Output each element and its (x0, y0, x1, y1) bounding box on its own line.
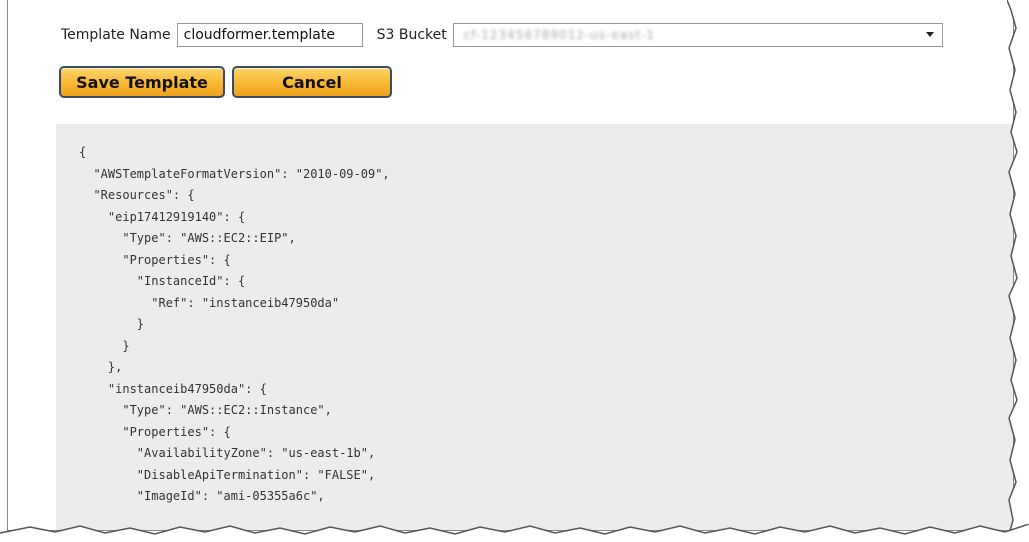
torn-edge-bottom (0, 524, 1029, 542)
code-line: "instanceib47950da": { (79, 381, 267, 396)
template-name-label: Template Name (61, 27, 171, 43)
button-row: Save Template Cancel (59, 66, 392, 98)
code-line: "ImageId": "ami-05355a6c", (79, 489, 325, 503)
code-line: { (79, 145, 87, 159)
code-line: "AWSTemplateFormatVersion": "2010-09-09"… (79, 166, 390, 181)
code-line: "Type": "AWS::EC2::Instance", (79, 403, 332, 417)
chevron-down-icon (925, 32, 934, 37)
template-code-view: { "AWSTemplateFormatVersion": "2010-09-0… (56, 124, 1013, 530)
save-template-button[interactable]: Save Template (59, 66, 225, 98)
code-line: "Ref": "instanceib47950da" (79, 295, 340, 310)
template-name-input[interactable] (176, 23, 363, 47)
code-line: }, (79, 360, 123, 374)
s3-bucket-value: cf-123456789012-us-east-1 (463, 28, 656, 42)
code-line: "AvailabilityZone": "us-east-1b", (79, 446, 376, 460)
code-content: { "AWSTemplateFormatVersion": "2010-09-0… (56, 124, 1013, 508)
code-line: "Type": "AWS::EC2::EIP", (79, 231, 296, 245)
code-line: "eip17412919140": { (79, 209, 246, 224)
code-line: "InstanceId": { (79, 274, 246, 288)
template-toolbar: Template Name S3 Bucket cf-123456789012-… (61, 20, 943, 50)
s3-bucket-label: S3 Bucket (376, 27, 447, 43)
s3-bucket-select[interactable]: cf-123456789012-us-east-1 (452, 23, 943, 47)
torn-edge-right (1007, 0, 1029, 542)
code-line: "Properties": { (79, 252, 231, 267)
screenshot-frame: Template Name S3 Bucket cf-123456789012-… (8, 0, 1013, 530)
code-line: "DisableApiTermination": "FALSE", (79, 467, 376, 482)
cancel-button[interactable]: Cancel (232, 66, 392, 98)
code-line: "Resources": { (79, 188, 195, 202)
code-line: } (79, 338, 130, 353)
code-line: "Properties": { (79, 424, 231, 439)
code-line: } (79, 317, 145, 331)
